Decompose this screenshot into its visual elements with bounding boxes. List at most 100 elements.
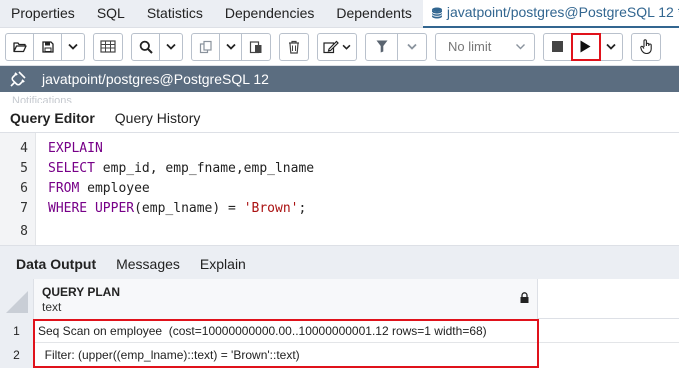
tab-query-tool-label: javatpoint/postgres@PostgreSQL 12 * (446, 4, 679, 20)
tab-dependents[interactable]: Dependents (325, 0, 423, 28)
find-dropdown-button[interactable] (160, 34, 182, 60)
chevron-down-icon (407, 43, 417, 50)
execute-button[interactable] (571, 32, 601, 61)
stop-icon (552, 41, 563, 52)
code-text: WHERE UPPER(emp_lname) = 'Brown'; (48, 199, 306, 219)
copy-dropdown-button[interactable] (220, 33, 242, 60)
file-group (5, 32, 85, 61)
table-grid-icon (100, 40, 116, 53)
grid-group (93, 32, 123, 61)
chevron-down-icon (516, 44, 525, 50)
execute-dropdown-button[interactable] (600, 34, 622, 60)
sql-string: 'Brown' (243, 201, 299, 216)
open-file-button[interactable] (6, 33, 34, 60)
connection-bar: javatpoint/postgres@PostgreSQL 12 (0, 66, 679, 92)
edit-group (317, 32, 357, 61)
tab-query-editor[interactable]: Query Editor (0, 103, 105, 133)
code-text: FROM employee (48, 179, 150, 199)
code-text: SELECT emp_id, emp_fname,emp_lname (48, 159, 314, 179)
chevron-down-icon (225, 43, 236, 50)
tab-data-output[interactable]: Data Output (6, 246, 106, 280)
delete-button[interactable] (280, 34, 308, 60)
sql-keyword: UPPER (94, 201, 135, 216)
paste-button[interactable] (242, 34, 270, 60)
resize-corner-icon (6, 291, 28, 313)
tab-sql[interactable]: SQL (86, 0, 136, 28)
row-number[interactable]: 1 (0, 319, 34, 343)
chevron-down-icon (606, 43, 616, 50)
query-toolbar: No limit (0, 28, 679, 66)
limit-select-value: No limit (448, 39, 492, 54)
save-button[interactable] (34, 33, 62, 60)
folder-open-icon (12, 41, 27, 52)
filter-group (365, 32, 427, 61)
search-icon (139, 40, 153, 54)
sql-editor[interactable]: 4 EXPLAIN 5 SELECT emp_id, emp_fname,emp_ln… (0, 133, 679, 245)
table-cell[interactable]: Seq Scan on employee (cost=10000000000.0… (34, 319, 538, 343)
lock-icon (520, 292, 529, 303)
grid-header: QUERY PLAN text (0, 279, 679, 319)
line-number: 8 (20, 224, 28, 239)
row-number[interactable]: 2 (0, 343, 34, 368)
sql-text: emp_id, emp_fname,emp_lname (94, 161, 315, 176)
find-group (131, 32, 183, 61)
save-dropdown-button[interactable] (62, 34, 84, 60)
copy-button[interactable] (192, 33, 220, 60)
column-name: QUERY PLAN (42, 285, 121, 299)
connection-icon[interactable] (0, 66, 36, 92)
code-text: EXPLAIN (48, 139, 103, 159)
top-tab-bar: Properties SQL Statistics Dependencies D… (0, 0, 679, 28)
tab-explain[interactable]: Explain (190, 246, 256, 280)
grid-corner[interactable] (0, 279, 34, 319)
plug-icon (10, 71, 26, 87)
pencil-square-icon (323, 40, 339, 53)
line-number: 4 (20, 141, 28, 156)
tab-messages[interactable]: Messages (106, 246, 190, 280)
macro-group (631, 32, 661, 61)
sql-text: ; (298, 201, 307, 216)
filter-icon (376, 40, 387, 53)
delete-group (279, 32, 309, 61)
paste-icon (249, 40, 262, 53)
limit-select[interactable]: No limit (435, 32, 535, 61)
sql-text: (emp_lname) = (134, 201, 244, 216)
table-cell[interactable]: Filter: (upper((emp_lname)::text) = 'Bro… (34, 343, 538, 368)
line-number: 7 (20, 201, 28, 216)
table-row: 2 Filter: (upper((emp_lname)::text) = 'B… (0, 343, 679, 368)
floppy-icon (41, 40, 54, 53)
line-number: 6 (20, 181, 28, 196)
edit-data-button[interactable] (94, 34, 122, 60)
chevron-down-icon (342, 44, 351, 50)
chevron-down-icon (166, 43, 176, 50)
sql-keyword: SELECT (48, 161, 95, 176)
tab-query-history[interactable]: Query History (105, 103, 211, 133)
edit-menu-button[interactable] (318, 34, 356, 60)
execute-group (543, 32, 623, 61)
tab-statistics[interactable]: Statistics (136, 0, 214, 28)
stop-button[interactable] (544, 33, 572, 60)
database-icon (431, 7, 443, 18)
filter-dropdown-button[interactable] (398, 34, 426, 60)
column-type: text (42, 300, 62, 314)
filter-button[interactable] (366, 33, 398, 60)
result-tab-bar: Data Output Messages Explain (0, 245, 679, 279)
tab-properties[interactable]: Properties (0, 0, 86, 28)
play-icon (580, 40, 591, 53)
pointer-button[interactable] (632, 34, 660, 60)
clipboard-group (191, 32, 271, 61)
tab-query-tool[interactable]: javatpoint/postgres@PostgreSQL 12 * (422, 0, 679, 28)
result-grid: QUERY PLAN text 1 Seq Scan on employee (… (0, 279, 679, 368)
copy-icon (199, 40, 212, 53)
trash-icon (289, 40, 299, 54)
hand-pointer-icon (639, 39, 652, 54)
column-header-query-plan[interactable]: QUERY PLAN text (34, 279, 538, 319)
line-number: 5 (20, 161, 28, 176)
chevron-down-icon (68, 43, 78, 50)
find-button[interactable] (132, 33, 160, 60)
sql-text: employee (79, 181, 150, 196)
query-tab-bar: Query Editor Query History (0, 103, 679, 133)
tab-dependencies[interactable]: Dependencies (214, 0, 326, 28)
sql-keyword: WHERE (48, 201, 88, 216)
sql-keyword: FROM (48, 181, 80, 196)
